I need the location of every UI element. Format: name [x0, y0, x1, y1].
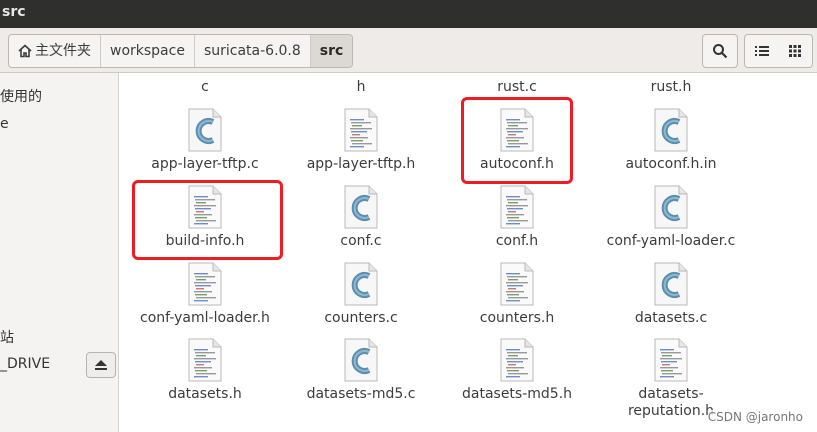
c-source-file-icon [343, 338, 379, 382]
list-view-button[interactable] [744, 34, 780, 68]
eject-icon [95, 360, 107, 370]
grid-view-button[interactable] [778, 34, 813, 68]
window-title: src [2, 4, 26, 20]
c-source-file-icon [343, 185, 379, 229]
eject-button[interactable] [86, 352, 116, 378]
highlight-box [132, 180, 283, 260]
search-button[interactable] [702, 34, 738, 68]
header-file-icon [187, 338, 223, 382]
file-label: h [356, 79, 366, 95]
file-label: conf.h [495, 233, 539, 249]
breadcrumb-src[interactable]: src [310, 35, 353, 67]
c-source-file-icon [343, 262, 379, 306]
breadcrumb-home-label: 主文件夹 [35, 43, 91, 59]
header-file-icon [499, 185, 535, 229]
breadcrumb: 主文件夹 workspace suricata-6.0.8 src [8, 34, 354, 68]
toolbar: 主文件夹 workspace suricata-6.0.8 src [0, 28, 817, 73]
sidebar-item-home[interactable]: e [0, 116, 9, 132]
file-label: datasets-md5.c [306, 386, 416, 402]
header-file-icon [499, 338, 535, 382]
c-source-file-icon [653, 262, 689, 306]
file-label: app-layer-tftp.h [306, 156, 416, 172]
c-source-file-icon [187, 108, 223, 152]
c-source-file-icon [653, 108, 689, 152]
header-file-icon [187, 262, 223, 306]
file-label: counters.h [479, 310, 555, 326]
header-file-icon [343, 108, 379, 152]
file-label: datasets.h [168, 386, 242, 402]
file-label: conf.c [340, 233, 382, 249]
breadcrumb-suricata[interactable]: suricata-6.0.8 [195, 35, 311, 67]
file-grid: c h rust.c rust.h app-layer-tftp.c app-layer-… [119, 73, 817, 432]
sidebar-item-recent[interactable]: 使用的 [0, 86, 42, 106]
search-icon [713, 44, 728, 59]
header-file-icon [653, 338, 689, 382]
sidebar-item-drive[interactable]: _DRIVE [0, 356, 50, 372]
file-label: rust.c [497, 79, 537, 95]
grid-view-icon [789, 45, 801, 57]
sidebar: 使用的 e 站 _DRIVE [0, 73, 119, 432]
file-label: datasets.c [634, 310, 708, 326]
file-label: counters.c [324, 310, 398, 326]
list-view-icon [755, 46, 769, 56]
highlight-box [461, 97, 573, 184]
file-label: conf-yaml-loader.h [140, 310, 270, 326]
header-file-icon [499, 262, 535, 306]
file-label: c [201, 79, 209, 95]
sidebar-item-network[interactable]: 站 [0, 327, 14, 347]
file-label: datasets-md5.h [461, 386, 573, 402]
title-bar: src [0, 0, 817, 28]
file-label: rust.h [650, 79, 692, 95]
home-icon [18, 44, 32, 58]
file-label: autoconf.h.in [625, 156, 717, 172]
c-source-file-icon [653, 185, 689, 229]
file-label: app-layer-tftp.c [151, 156, 259, 172]
file-label: conf-yaml-loader.c [606, 233, 736, 249]
breadcrumb-workspace[interactable]: workspace [101, 35, 195, 67]
watermark: CSDN @jaronho [707, 410, 803, 424]
breadcrumb-home[interactable]: 主文件夹 [9, 35, 101, 67]
